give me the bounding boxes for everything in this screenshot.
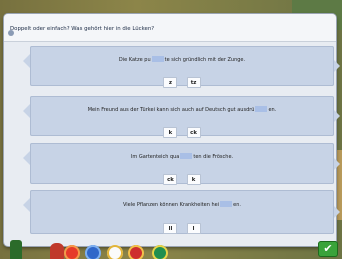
- menu-disc-icon-3[interactable]: [107, 245, 123, 259]
- panel-header: Doppelt oder einfach? Was gehört hier in…: [4, 14, 336, 42]
- instruction-text: Doppelt oder einfach? Was gehört hier in…: [10, 26, 155, 32]
- sentence-3: Im Gartenteich qua ten die Frösche.: [130, 153, 234, 160]
- exercise-card-4: Viele Pflanzen können Krankheiten hei en.…: [23, 190, 340, 234]
- menu-disc-icon-1[interactable]: [64, 245, 80, 259]
- sentence-2: Mein Freund aus der Türkei kann sich auc…: [87, 106, 277, 113]
- option-button-4a[interactable]: ll: [163, 223, 178, 234]
- gap-1[interactable]: [151, 56, 164, 62]
- option-button-2a[interactable]: k: [163, 127, 178, 138]
- option-button-2b[interactable]: ck: [186, 127, 201, 138]
- options-4: ll l: [30, 215, 334, 234]
- option-button-3a[interactable]: ck: [163, 174, 178, 185]
- sentence-4: Viele Pflanzen können Krankheiten hei en.: [122, 201, 241, 208]
- exercise-card-3: Im Gartenteich qua ten die Frösche. ck k: [23, 143, 340, 185]
- options-3: ck k: [30, 166, 334, 185]
- game-scene: Doppelt oder einfach? Was gehört hier in…: [0, 0, 342, 259]
- sentence-1: Die Katze pu te sich gründlich mit der Zu…: [118, 56, 246, 63]
- exercise-card-2: Mein Freund aus der Türkei kann sich auc…: [23, 96, 340, 138]
- menu-disc-icon-5[interactable]: [152, 245, 168, 259]
- clock-icon[interactable]: [85, 245, 101, 259]
- exercise-panel: Doppelt oder einfach? Was gehört hier in…: [4, 14, 340, 246]
- gap-2[interactable]: [255, 106, 268, 112]
- lamp-icon: [50, 243, 64, 259]
- options-2: k ck: [30, 119, 334, 138]
- gap-4[interactable]: [220, 201, 233, 207]
- options-1: z tz: [30, 69, 334, 88]
- option-button-4b[interactable]: l: [186, 223, 201, 234]
- bottle-icon: [10, 240, 22, 259]
- exercise-card-1: Die Katze pu te sich gründlich mit der Zu…: [23, 46, 340, 88]
- option-button-1b[interactable]: tz: [186, 77, 201, 88]
- gap-3[interactable]: [180, 153, 193, 159]
- check-icon[interactable]: ✔: [318, 241, 338, 257]
- option-button-1a[interactable]: z: [163, 77, 178, 88]
- menu-disc-icon-4[interactable]: [128, 245, 144, 259]
- option-button-3b[interactable]: k: [186, 174, 201, 185]
